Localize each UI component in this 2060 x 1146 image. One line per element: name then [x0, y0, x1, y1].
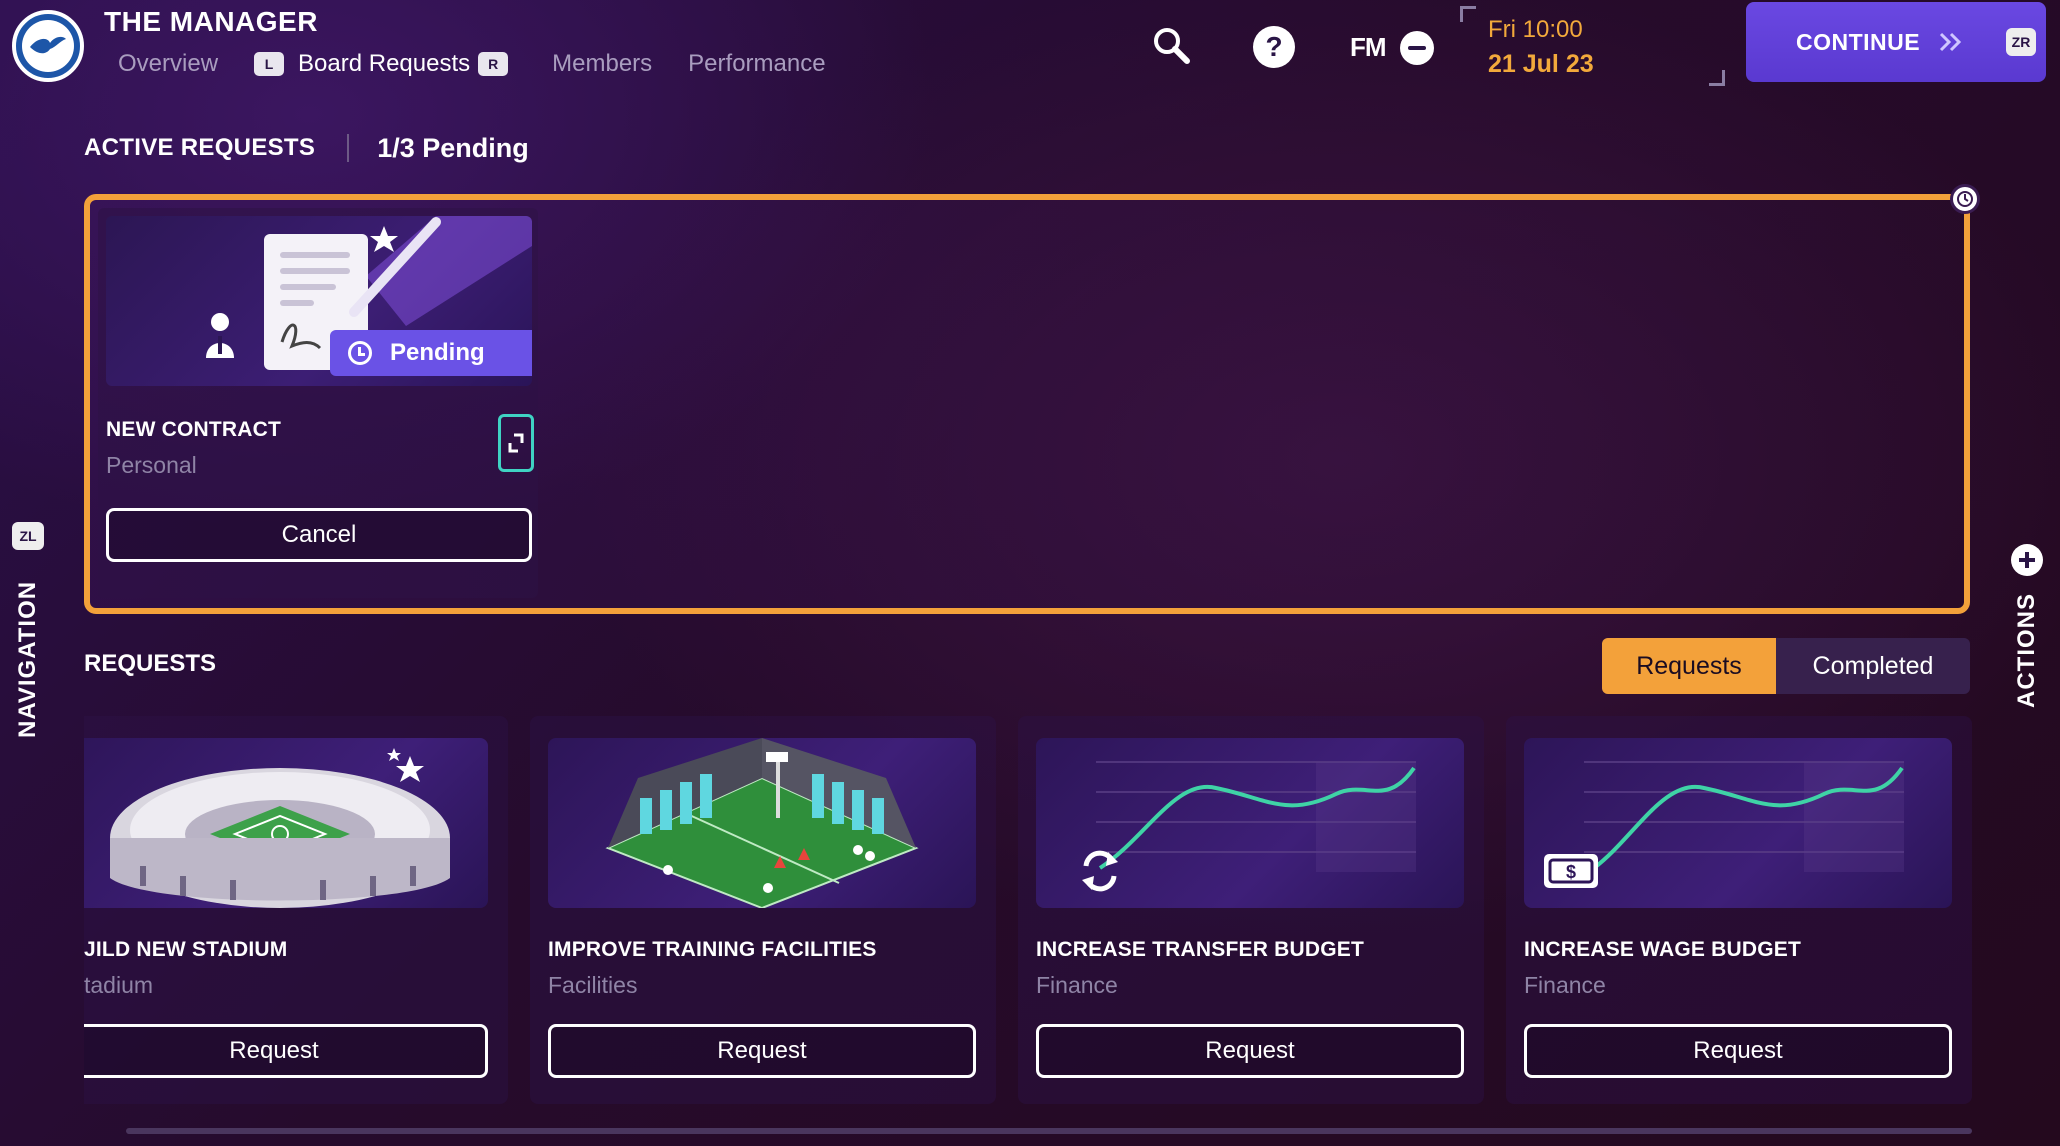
club-crest-icon[interactable]	[12, 10, 84, 82]
navigation-label: NAVIGATION	[14, 580, 41, 738]
tab-board-requests[interactable]: Board Requests	[298, 50, 470, 78]
active-requests-panel: Pending NEW CONTRACT Personal Cancel	[84, 184, 1980, 614]
request-card-stadium[interactable]: JILD NEW STADIUM tadium Request	[84, 716, 508, 1104]
card-title: JILD NEW STADIUM	[84, 938, 288, 961]
game-date: Fri 10:00 21 Jul 23	[1460, 6, 1725, 86]
double-chevron-right-icon	[1940, 32, 1962, 52]
card-category: Finance	[1036, 972, 1118, 998]
tab-performance[interactable]: Performance	[688, 50, 825, 78]
divider	[347, 134, 350, 162]
card-category: Personal	[106, 452, 197, 478]
clock-icon	[348, 341, 372, 365]
requests-title: REQUESTS	[84, 650, 217, 677]
date-time: Fri 10:00	[1488, 16, 1583, 43]
toggle-requests[interactable]: Requests	[1602, 638, 1776, 694]
cancel-button[interactable]: Cancel	[106, 508, 532, 562]
card-title: INCREASE WAGE BUDGET	[1524, 938, 1802, 961]
request-button[interactable]: Request	[1524, 1024, 1952, 1078]
actions-label: ACTIONS	[2013, 593, 2040, 708]
continue-label: CONTINUE	[1796, 28, 1921, 55]
requests-list[interactable]: JILD NEW STADIUM tadium Request IMPROVE …	[84, 716, 1972, 1106]
actions-rail[interactable]: ACTIONS	[2005, 540, 2055, 720]
request-button[interactable]: Request	[84, 1024, 488, 1078]
top-bar: THE MANAGER Overview L Board Requests R …	[0, 0, 2060, 96]
pending-status-badge: Pending	[330, 330, 532, 376]
section-tabs: Overview L Board Requests R Members Perf…	[118, 44, 862, 84]
card-title: INCREASE TRANSFER BUDGET	[1036, 938, 1364, 961]
continue-button[interactable]: CONTINUE ZR	[1746, 2, 2046, 82]
contract-illustration: Pending	[106, 216, 532, 386]
tab-members[interactable]: Members	[552, 50, 652, 78]
timer-icon	[1950, 184, 1980, 214]
pending-count: 1/3 Pending	[377, 132, 529, 163]
request-card-training[interactable]: IMPROVE TRAINING FACILITIES Facilities R…	[530, 716, 996, 1104]
horizontal-scrollbar[interactable]	[126, 1128, 1972, 1134]
training-ground-illustration	[548, 738, 976, 908]
toggle-completed[interactable]: Completed	[1776, 638, 1970, 694]
zl-button-hint: ZL	[12, 522, 44, 550]
active-requests-header: ACTIVE REQUESTS 1/3 Pending	[84, 130, 529, 166]
card-title: IMPROVE TRAINING FACILITIES	[548, 938, 877, 961]
fm-label[interactable]: FM	[1350, 32, 1387, 63]
zr-button-hint: ZR	[2006, 28, 2036, 56]
card-title: NEW CONTRACT	[106, 418, 282, 441]
expand-icon[interactable]	[498, 414, 534, 472]
stadium-illustration	[84, 738, 488, 908]
date-day: 21 Jul 23	[1488, 50, 1594, 78]
wage-graph-illustration: $	[1524, 738, 1952, 908]
pending-label: Pending	[390, 339, 485, 366]
game-title: THE MANAGER	[104, 6, 318, 37]
requests-toggle: Requests Completed	[1602, 638, 1970, 694]
l-button-hint: L	[254, 52, 285, 76]
card-category: Facilities	[548, 972, 638, 998]
plus-icon[interactable]	[2011, 544, 2043, 576]
request-button[interactable]: Request	[548, 1024, 976, 1078]
card-category: tadium	[84, 972, 154, 998]
tab-overview[interactable]: Overview	[118, 50, 218, 78]
active-requests-title: ACTIVE REQUESTS	[84, 134, 316, 161]
active-request-card[interactable]: Pending NEW CONTRACT Personal Cancel	[98, 208, 538, 598]
request-card-transfer-budget[interactable]: INCREASE TRANSFER BUDGET Finance Request	[1018, 716, 1484, 1104]
navigation-rail[interactable]: ZL NAVIGATION	[0, 510, 56, 760]
transfer-graph-illustration	[1036, 738, 1464, 908]
r-button-hint: R	[478, 52, 509, 76]
request-card-wage-budget[interactable]: $ INCREASE WAGE BUDGET Finance Request	[1506, 716, 1972, 1104]
card-category: Finance	[1524, 972, 1606, 998]
search-icon[interactable]	[1150, 24, 1192, 66]
help-icon[interactable]: ?	[1253, 26, 1295, 68]
fm-menu-icon[interactable]	[1400, 31, 1434, 65]
request-button[interactable]: Request	[1036, 1024, 1464, 1078]
svg-text:$: $	[1566, 862, 1576, 882]
